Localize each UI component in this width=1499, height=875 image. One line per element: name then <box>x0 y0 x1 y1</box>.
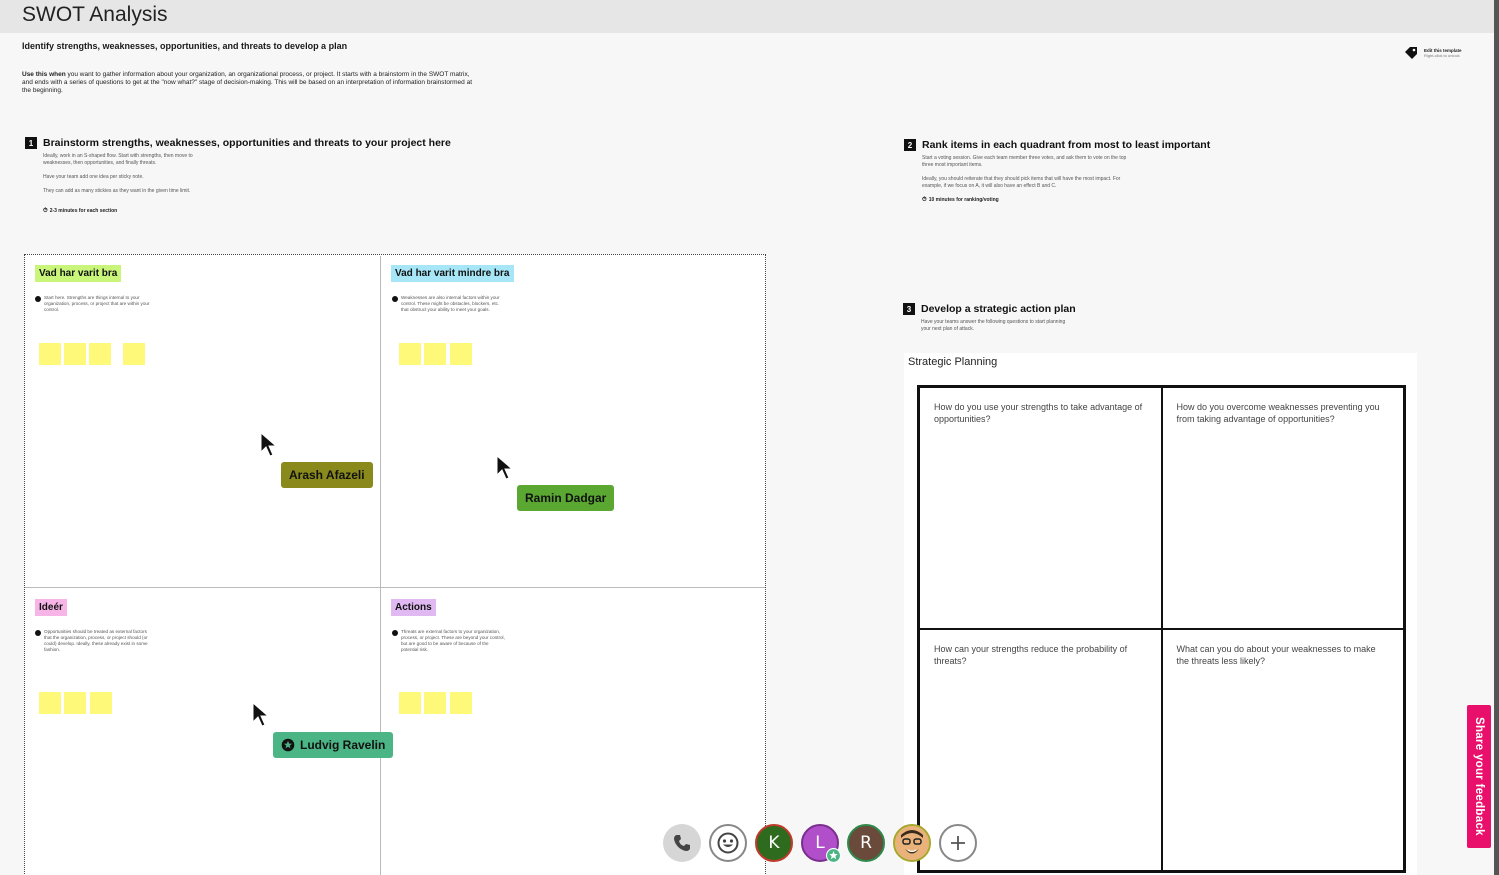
quadrant-desc-opportunities: Opportunities should be treated as exter… <box>35 629 150 653</box>
reactions-button[interactable] <box>709 824 747 862</box>
sticky-note[interactable] <box>399 343 421 365</box>
quadrant-desc-text: Start here. Strengths are things interna… <box>44 295 150 312</box>
quadrant-label-opportunities[interactable]: Ideér <box>35 599 67 616</box>
avatar-initial: K <box>768 833 780 853</box>
board-subtitle: Identify strengths, weaknesses, opportun… <box>22 41 348 51</box>
sticky-note[interactable] <box>424 343 446 365</box>
step-1-title: Brainstorm strengths, weaknesses, opport… <box>43 137 451 149</box>
planning-question[interactable]: How do you overcome weaknesses preventin… <box>1161 387 1404 629</box>
step-2-time-label: 10 minutes for ranking/voting <box>928 197 999 203</box>
phone-icon <box>674 835 690 851</box>
step-3-title: Develop a strategic action plan <box>921 303 1076 315</box>
edit-template-sub: Right-click to unlock <box>1424 53 1460 58</box>
quadrant-desc-text: Opportunities should be treated as exter… <box>44 629 148 652</box>
collaborator-cursor-icon <box>496 455 514 480</box>
edit-template-button[interactable]: Edit this template Right-click to unlock <box>1404 46 1462 60</box>
quadrant-label-threats[interactable]: Actions <box>391 599 436 616</box>
collaborator-tag: Arash Afazeli <box>281 462 373 488</box>
planning-question[interactable]: How do you use your strengths to take ad… <box>919 387 1162 629</box>
quadrant-label-weaknesses[interactable]: Vad har varit mindre bra <box>391 265 514 282</box>
quadrant-desc-text: Weaknesses are also internal factors wit… <box>401 295 500 312</box>
step-1-line1: Ideally, work in an S-shaped flow. Start… <box>43 153 193 166</box>
timer-icon: ⏱ <box>922 197 927 203</box>
intro-bold: Use this when <box>22 71 66 78</box>
info-dot-icon <box>35 630 41 636</box>
swot-divider-horizontal <box>25 587 765 588</box>
step-2-time: ⏱ 10 minutes for ranking/voting <box>922 197 999 204</box>
info-dot-icon <box>392 296 398 302</box>
intro-text: you want to gather information about you… <box>22 71 473 94</box>
avatar-initial: L <box>815 833 825 853</box>
quadrant-desc-weaknesses: Weaknesses are also internal factors wit… <box>392 295 507 313</box>
host-star-icon <box>826 848 841 863</box>
sticky-note[interactable] <box>399 692 421 714</box>
sticky-note[interactable] <box>64 692 86 714</box>
sticky-note[interactable] <box>39 692 61 714</box>
add-participant-button[interactable] <box>939 824 977 862</box>
user-photo-icon <box>895 826 929 860</box>
star-badge-icon <box>281 738 295 752</box>
sticky-note[interactable] <box>90 692 112 714</box>
collaborator-tag: Ramin Dadgar <box>517 485 615 511</box>
sticky-note[interactable] <box>64 343 86 365</box>
board-title[interactable]: SWOT Analysis <box>22 3 167 27</box>
planning-question[interactable]: What can you do about your weaknesses to… <box>1161 629 1404 871</box>
avatar[interactable]: R <box>847 824 885 862</box>
timer-icon: ⏱ <box>43 208 48 214</box>
step-2-title: Rank items in each quadrant from most to… <box>922 139 1211 151</box>
top-bar <box>0 0 1499 33</box>
sticky-note[interactable] <box>39 343 61 365</box>
quadrant-label-strengths[interactable]: Vad har varit bra <box>35 265 122 282</box>
step-1-time: ⏱ 2-3 minutes for each section <box>43 208 117 215</box>
collaborator-cursor-icon <box>260 432 278 457</box>
strategic-planning-grid: How do you use your strengths to take ad… <box>917 385 1406 873</box>
share-feedback-button[interactable]: Share your feedback <box>1467 705 1491 848</box>
step-1-badge: 1 <box>25 137 37 149</box>
sticky-note[interactable] <box>89 343 111 365</box>
quadrant-desc-strengths: Start here. Strengths are things interna… <box>35 295 150 313</box>
step-2-badge: 2 <box>904 139 916 151</box>
window-edge <box>1494 0 1499 875</box>
smiley-icon <box>717 832 739 854</box>
step-2-line2: Ideally, you should reiterate that they … <box>922 176 1121 189</box>
call-button[interactable] <box>663 824 701 862</box>
sticky-note[interactable] <box>424 692 446 714</box>
collaborator-cursor-icon <box>252 702 270 727</box>
swot-divider-vertical <box>380 256 381 875</box>
strategic-planning-title[interactable]: Strategic Planning <box>908 356 997 368</box>
plus-icon <box>951 836 965 850</box>
quadrant-desc-text: Threats are external factors to your org… <box>401 629 505 652</box>
collaborator-tag-with-badge: Ludvig Ravelin <box>273 732 394 758</box>
collaborator-name: Ludvig Ravelin <box>300 738 386 752</box>
tag-icon <box>1405 47 1417 59</box>
step-1-line2: Have your team add one idea per sticky n… <box>43 174 144 180</box>
info-dot-icon <box>392 630 398 636</box>
sticky-note[interactable] <box>450 692 472 714</box>
avatar-photo[interactable] <box>893 824 931 862</box>
quadrant-desc-threats: Threats are external factors to your org… <box>392 629 507 653</box>
sticky-note[interactable] <box>123 343 145 365</box>
step-3-line1: Have your teams answer the following que… <box>921 319 1066 332</box>
share-feedback-label: Share your feedback <box>1473 717 1485 836</box>
step-2-line1: Start a voting session. Give each team m… <box>922 155 1127 168</box>
step-1-time-label: 2-3 minutes for each section <box>49 208 118 214</box>
step-3-badge: 3 <box>903 303 915 315</box>
avatar[interactable]: K <box>755 824 793 862</box>
sticky-note[interactable] <box>450 343 472 365</box>
board-intro: Use this when you want to gather informa… <box>22 71 472 95</box>
step-1-line3: They can add as many stickies as they wa… <box>43 188 191 194</box>
avatar-initial: R <box>860 833 872 853</box>
info-dot-icon <box>35 296 41 302</box>
